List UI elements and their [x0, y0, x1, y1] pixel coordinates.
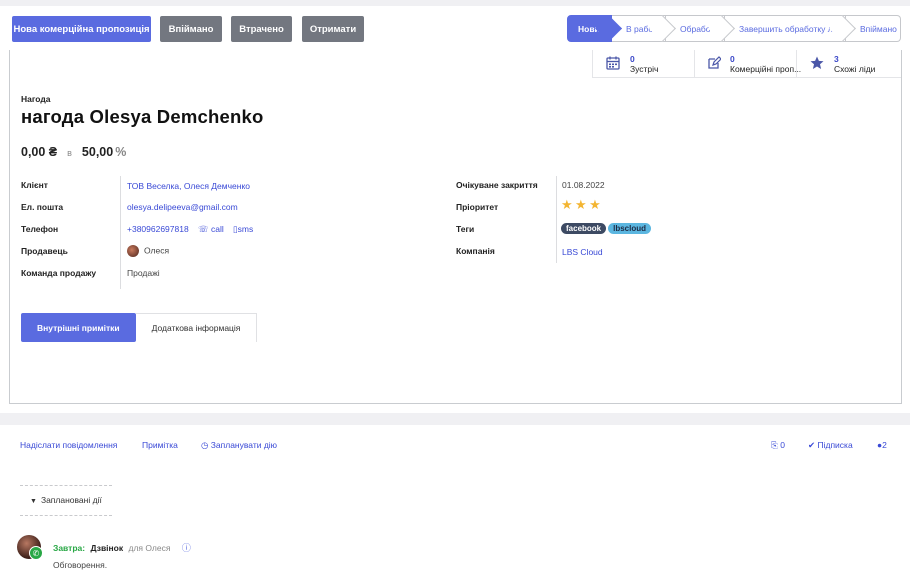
tags-label: Теги	[456, 224, 475, 234]
meetings-smart-button[interactable]: 0 Зустріч	[592, 50, 694, 78]
sales-team-value[interactable]: Продажі	[127, 268, 160, 278]
star-icon[interactable]: ★	[561, 197, 573, 212]
probability-value[interactable]: 50,00	[82, 145, 113, 159]
priority-label: Пріоритет	[456, 202, 499, 212]
followers-count: 2	[882, 440, 887, 450]
priority-stars[interactable]: ★ ★ ★	[561, 197, 601, 213]
quotations-label: Комерційні проп...	[730, 63, 802, 74]
attachments-count: 0	[780, 440, 785, 450]
email-label: Ел. пошта	[21, 202, 64, 212]
percent-sign: %	[115, 145, 127, 159]
quotations-count: 0	[730, 53, 735, 64]
page-title[interactable]: нагода Olesya Demchenko	[21, 106, 263, 128]
new-quotation-button[interactable]: Нова комерційна пропозиція	[12, 16, 151, 42]
star-icon[interactable]: ★	[575, 197, 587, 212]
form-sheet: 0 Зустріч 0 Комерційні проп... 3 Схожі л…	[9, 50, 902, 404]
mark-lost-button[interactable]: Втрачено	[231, 16, 292, 42]
notebook-tabs: Внутрішні примітки Додаткова інформація	[21, 313, 258, 342]
planned-activities-label: Заплановані дії	[40, 495, 102, 505]
tag-lbscloud[interactable]: lbscloud	[608, 223, 652, 234]
email-value[interactable]: olesya.delipeeva@gmail.com	[127, 202, 238, 212]
expected-closing-label: Очікуване закриття	[456, 180, 538, 190]
separator	[20, 485, 112, 486]
stage-new[interactable]: Новий	[567, 15, 622, 42]
tab-internal-notes[interactable]: Внутрішні примітки	[21, 313, 136, 342]
caret-down-icon: ▼	[30, 498, 37, 505]
activity-assignee: для Олеся	[128, 543, 171, 553]
paperclip-icon: ⎘	[771, 440, 778, 450]
activity-type: Дзвінок	[90, 543, 124, 553]
attachments-button[interactable]: ⎘ 0	[771, 440, 785, 451]
activity-when: Завтра:	[53, 543, 86, 553]
meetings-count: 0	[630, 53, 635, 64]
avatar	[127, 245, 139, 257]
revenue-row: 0,00 ₴ в 50,00 %	[21, 145, 126, 159]
phone-value[interactable]: +380962697818	[127, 224, 189, 234]
log-note-button[interactable]: Примітка	[142, 440, 178, 450]
calendar-icon	[605, 56, 621, 72]
mark-won-button[interactable]: Впіймано	[160, 16, 222, 42]
expected-revenue[interactable]: 0,00 ₴	[21, 145, 57, 159]
star-icon	[809, 56, 825, 72]
activity-note: Обговорення.	[53, 560, 108, 570]
sales-team-label: Команда продажу	[21, 268, 97, 278]
schedule-activity-button[interactable]: ◷ Запланувати дію	[201, 440, 277, 451]
meetings-label: Зустріч	[630, 63, 659, 74]
record-kind-label: Нагода	[21, 94, 51, 104]
stage-pipeline: Новий В работе Обработан Завершить обраб…	[567, 15, 901, 42]
salesperson-value: Олеся	[144, 245, 170, 256]
sms-button[interactable]: ▯sms	[233, 224, 253, 235]
salesperson-label: Продавець	[21, 246, 68, 256]
stage-label: Впіймано	[860, 23, 897, 34]
separator	[20, 515, 112, 516]
in-label: в	[67, 148, 72, 158]
tags-field[interactable]: facebook lbscloud	[561, 223, 653, 234]
client-label: Клієнт	[21, 180, 48, 190]
phone-icon: ✆	[29, 546, 43, 560]
client-value[interactable]: ТОВ Веселка, Олеся Демченко	[127, 181, 250, 191]
similar-leads-label: Схожі ліди	[834, 63, 876, 74]
tag-facebook[interactable]: facebook	[561, 223, 607, 234]
similar-leads-count: 3	[834, 53, 839, 64]
stage-finish-processing[interactable]: Завершить обработку лида	[725, 15, 856, 42]
similar-leads-smart-button[interactable]: 3 Схожі ліди	[796, 50, 901, 78]
company-value[interactable]: LBS Cloud	[562, 247, 603, 257]
quotations-smart-button[interactable]: 0 Комерційні проп...	[694, 50, 801, 78]
send-message-button[interactable]: Надіслати повідомлення	[20, 440, 117, 450]
follow-button[interactable]: ✔ Підписка	[808, 440, 853, 451]
salesperson-field[interactable]: Олеся	[127, 245, 169, 257]
chatter: Надіслати повідомлення Примітка ◷ Заплан…	[0, 425, 910, 574]
receive-button[interactable]: Отримати	[302, 16, 364, 42]
phone-label: Телефон	[21, 224, 59, 234]
field-divider-right	[556, 176, 557, 263]
star-icon[interactable]: ★	[589, 197, 601, 212]
call-button[interactable]: ☏ call	[198, 224, 224, 235]
followers-button[interactable]: ●2	[877, 440, 887, 450]
planned-activities-toggle[interactable]: ▼ Заплановані дії	[30, 495, 102, 505]
control-panel: Нова комерційна пропозиція Впіймано Втра…	[0, 6, 910, 50]
tab-extra-info[interactable]: Додаткова інформація	[135, 313, 258, 342]
company-label: Компанія	[456, 246, 495, 256]
smart-buttons: 0 Зустріч 0 Комерційні проп... 3 Схожі л…	[592, 50, 901, 78]
info-icon[interactable]: ⓘ	[182, 543, 191, 553]
edit-icon	[707, 56, 722, 72]
activity-header: Завтра: Дзвінок для Олеся ⓘ	[53, 541, 191, 554]
field-divider-left	[120, 176, 121, 289]
expected-closing-value[interactable]: 01.08.2022	[562, 180, 605, 190]
